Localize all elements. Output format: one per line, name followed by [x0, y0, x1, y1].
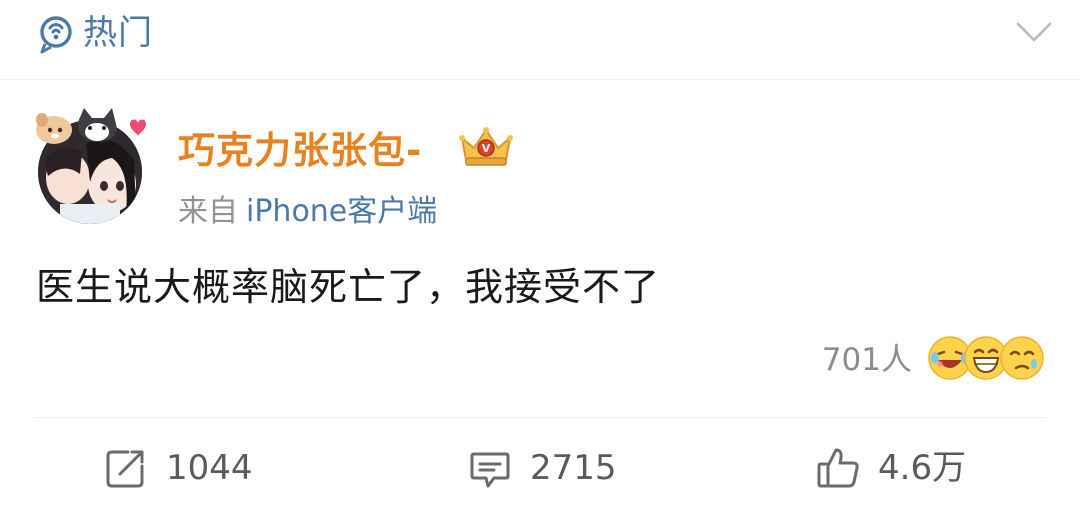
source-client-link[interactable]: iPhone客户端 [246, 194, 437, 229]
avatar[interactable] [30, 100, 150, 226]
crown-vip-icon[interactable]: V [458, 124, 514, 170]
repost-button[interactable]: 1044 [104, 440, 253, 496]
hot-pin-icon [40, 16, 72, 54]
topbar: 热门 [0, 0, 1080, 80]
sad-emoji [1000, 336, 1044, 380]
thumbs-up-icon [817, 448, 859, 488]
comment-button[interactable]: 2715 [468, 440, 617, 496]
source-prefix: 来自 [178, 194, 238, 229]
reaction-emojis[interactable] [926, 334, 1048, 384]
reaction-count[interactable]: 701人 [822, 340, 912, 380]
comment-icon [470, 452, 510, 488]
like-count: 4.6万 [878, 448, 967, 488]
repost-count: 1044 [166, 448, 253, 488]
comment-count: 2715 [530, 448, 617, 488]
chevron-down-icon[interactable] [1016, 18, 1052, 46]
divider [34, 417, 1046, 418]
post-source: 来自 iPhone客户端 [178, 192, 437, 232]
username[interactable]: 巧克力张张包- [178, 128, 422, 174]
svg-text:V: V [482, 142, 491, 155]
repost-icon [106, 450, 144, 488]
post-text: 医生说大概率脑死亡了，我接受不了 [36, 265, 661, 309]
page-title[interactable]: 热门 [83, 12, 153, 54]
weibo-post-card: 热门 巧克力张张包- V 来自 iPhone客户端 医生说大概率脑死亡了，我接受… [0, 0, 1080, 516]
like-button[interactable]: 4.6万 [816, 440, 966, 496]
